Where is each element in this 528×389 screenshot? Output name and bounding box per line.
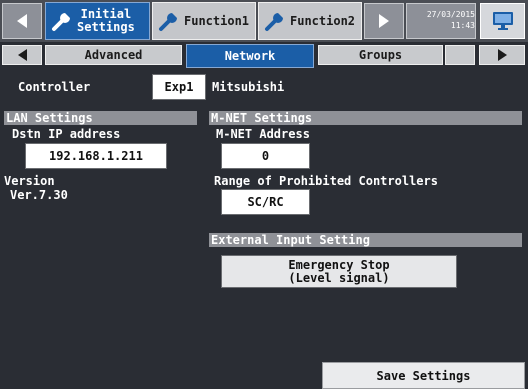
prohibited-range-field[interactable]: SC/RC	[221, 189, 310, 215]
datetime-display: 27/03/2015 11:43	[406, 3, 476, 39]
version-label: Version	[4, 174, 55, 188]
tab-blank[interactable]	[445, 45, 475, 65]
lan-settings-heading: LAN Settings	[4, 111, 197, 125]
tab-advanced-label: Advanced	[84, 48, 143, 62]
tab-network-label: Network	[224, 49, 276, 63]
sub-next-button[interactable]	[479, 45, 525, 65]
top-next-button[interactable]	[364, 3, 404, 39]
tab-function2-label: Function2	[290, 14, 356, 28]
mnet-settings-heading: M-NET Settings	[209, 111, 522, 125]
controller-select-button[interactable]: Exp1	[152, 74, 206, 100]
dstn-ip-field[interactable]: 192.168.1.211	[25, 143, 167, 169]
arrow-left-icon	[17, 14, 27, 28]
wrench-icon	[52, 13, 70, 31]
date-text: 27/03/2015	[426, 10, 475, 19]
monitor-icon	[492, 12, 513, 30]
mnet-address-label: M-NET Address	[216, 127, 310, 141]
external-input-line2: (Level signal)	[288, 270, 390, 285]
controller-name: Mitsubishi	[212, 80, 285, 94]
time-text: 11:43	[450, 21, 475, 30]
tab-initial-settings-line2: Settings	[77, 20, 135, 34]
wrench-icon	[159, 13, 177, 31]
sub-prev-button[interactable]	[2, 45, 42, 65]
dstn-ip-value: 192.168.1.211	[49, 148, 143, 163]
wrench-icon	[265, 13, 283, 31]
version-value: Ver.7.30	[10, 188, 68, 202]
tab-function1-label: Function1	[184, 14, 250, 28]
save-settings-label: Save Settings	[376, 368, 471, 383]
dstn-ip-label: Dstn IP address	[12, 127, 121, 141]
mnet-address-value: 0	[261, 148, 270, 163]
prohibited-range-label: Range of Prohibited Controllers	[214, 174, 438, 188]
controller-label: Controller	[18, 80, 91, 94]
arrow-left-icon	[17, 49, 27, 61]
monitor-button[interactable]	[480, 3, 525, 39]
tab-advanced[interactable]: Advanced	[45, 45, 182, 65]
arrow-right-icon	[379, 14, 389, 28]
save-settings-button[interactable]: Save Settings	[322, 362, 525, 389]
controller-button-label: Exp1	[164, 79, 194, 94]
mnet-address-field[interactable]: 0	[221, 143, 310, 169]
external-input-line1: Emergency Stop	[288, 257, 390, 272]
external-input-heading: External Input Setting	[209, 233, 522, 247]
tab-groups[interactable]: Groups	[318, 45, 443, 65]
tab-groups-label: Groups	[358, 48, 403, 62]
arrow-right-icon	[497, 49, 507, 61]
prohibited-range-value: SC/RC	[247, 194, 284, 209]
top-prev-button[interactable]	[2, 3, 42, 39]
tab-initial-settings[interactable]: Initial Settings	[45, 2, 150, 40]
tab-function2[interactable]: Function2	[258, 2, 362, 40]
tab-network[interactable]: Network	[186, 44, 314, 68]
external-input-button[interactable]: Emergency Stop (Level signal)	[221, 255, 457, 288]
tab-function1[interactable]: Function1	[152, 2, 256, 40]
